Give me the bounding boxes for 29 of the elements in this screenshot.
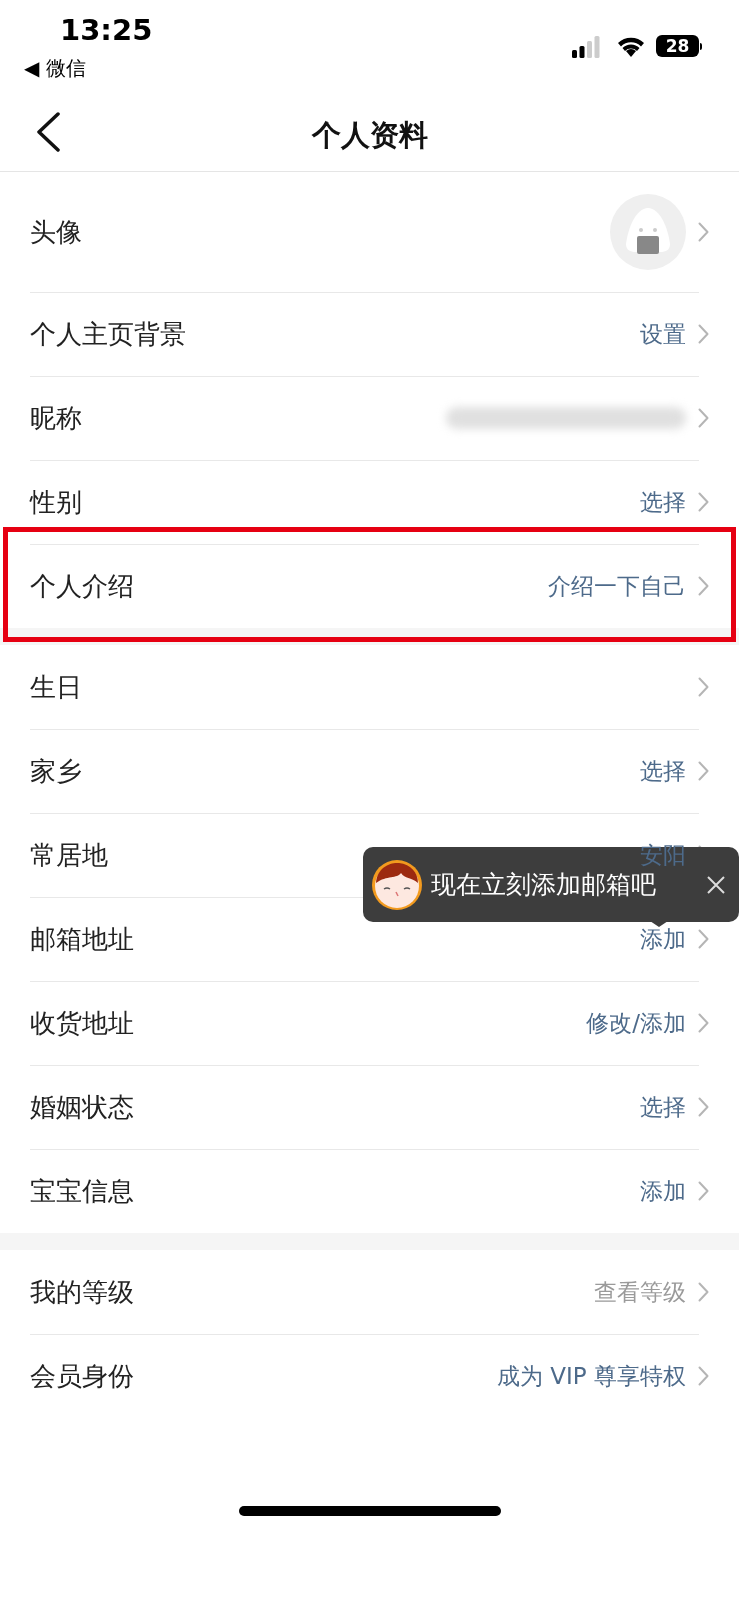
row-label: 邮箱地址 xyxy=(30,922,135,956)
row-label: 性别 xyxy=(30,485,83,519)
tooltip-text: 现在立刻添加邮箱吧 xyxy=(431,868,657,901)
row-label: 头像 xyxy=(30,215,83,249)
row-label: 会员身份 xyxy=(30,1359,135,1393)
row-value: 添加 xyxy=(640,927,686,951)
row-label: 个人介绍 xyxy=(30,569,135,603)
row-label: 收货地址 xyxy=(30,1006,135,1040)
battery-icon: 28 xyxy=(656,35,702,57)
row-value: 成为 VIP 尊享特权 xyxy=(497,1364,686,1388)
row-label: 生日 xyxy=(30,670,83,704)
row-value: 选择 xyxy=(640,1095,686,1119)
row-label: 婚姻状态 xyxy=(30,1090,135,1124)
row-value: 选择 xyxy=(640,759,686,783)
row-value: 设置 xyxy=(640,322,686,346)
row-label: 宝宝信息 xyxy=(30,1174,135,1208)
status-time: 13:25 xyxy=(60,16,153,45)
row-label: 家乡 xyxy=(30,754,83,788)
row-label: 个人主页背景 xyxy=(30,317,187,351)
row-label: 昵称 xyxy=(30,401,83,435)
row-label: 常居地 xyxy=(30,838,109,872)
row-value: 安阳 xyxy=(640,843,686,867)
row-value: 介绍一下自己 xyxy=(548,574,686,598)
row-value: 添加 xyxy=(640,1179,686,1203)
row-label: 我的等级 xyxy=(30,1275,135,1309)
row-value: 选择 xyxy=(640,490,686,514)
page-title: 个人资料 xyxy=(311,116,428,154)
row-value: 修改/添加 xyxy=(586,1011,686,1035)
row-value: 查看等级 xyxy=(594,1280,686,1304)
